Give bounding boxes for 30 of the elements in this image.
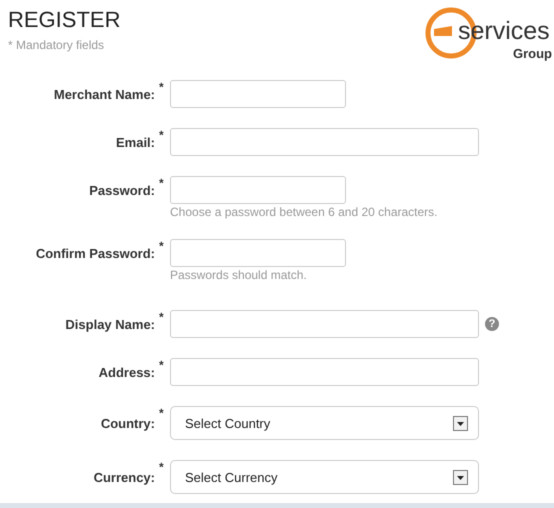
field-hint: Passwords should match. — [170, 269, 308, 282]
field-label: Password: — [88, 182, 155, 198]
help-icon[interactable]: ? — [485, 317, 499, 331]
select-dropdown[interactable]: Select Currency — [170, 460, 479, 494]
required-marker: * — [158, 176, 165, 190]
required-marker: * — [158, 239, 165, 253]
input-field[interactable] — [170, 128, 479, 156]
input-field[interactable] — [170, 176, 346, 204]
page-title: REGISTER — [8, 8, 120, 32]
input-field[interactable] — [170, 310, 479, 338]
logo-subtitle: Group — [513, 46, 552, 61]
field-hint: Choose a password between 6 and 20 characters. — [170, 206, 438, 219]
input-field[interactable] — [170, 80, 346, 108]
field-label: Confirm Password: — [34, 246, 155, 260]
required-marker: * — [158, 406, 165, 420]
field-label: Country: — [100, 416, 155, 430]
required-marker: * — [158, 310, 165, 324]
required-marker: * — [158, 128, 165, 142]
input-field[interactable] — [170, 358, 479, 386]
required-marker: * — [158, 80, 165, 94]
field-label: Email: — [114, 134, 155, 150]
required-marker: * — [158, 358, 165, 372]
field-label: Address: — [98, 364, 155, 380]
field-label: Merchant Name: — [52, 86, 155, 102]
input-field[interactable] — [170, 239, 346, 267]
mandatory-note: * Mandatory fields — [8, 38, 106, 52]
field-label: Currency: — [92, 470, 155, 484]
required-marker: * — [158, 460, 165, 474]
field-label: Display Name: — [64, 316, 155, 332]
select-dropdown[interactable]: Select Country — [170, 406, 479, 440]
